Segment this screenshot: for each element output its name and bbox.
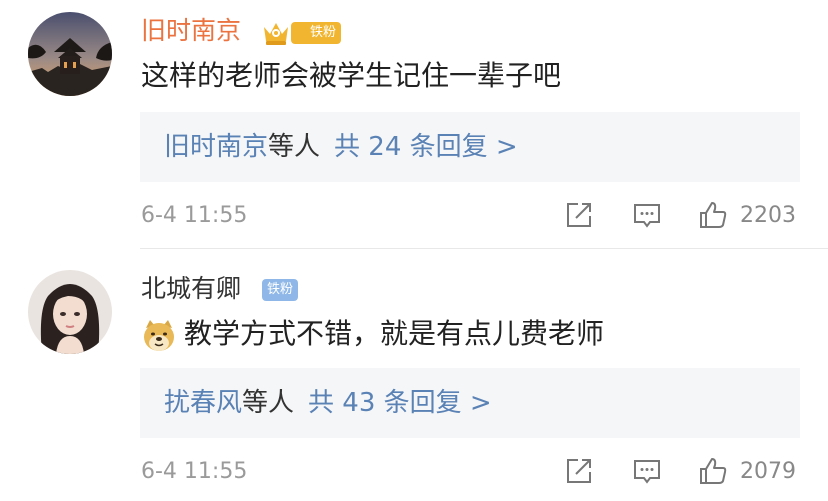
- divider: [140, 248, 828, 249]
- reply-summary[interactable]: 扰春风等人共 43 条回复 >: [140, 368, 800, 438]
- fan-badge[interactable]: 铁粉: [291, 22, 341, 44]
- reply-etc: 等人: [242, 388, 295, 418]
- like-icon[interactable]: [698, 456, 728, 486]
- like-count: 2079: [740, 459, 796, 484]
- comment-time: 6-4 11:55: [141, 203, 248, 228]
- reply-etc: 等人: [268, 132, 321, 162]
- share-icon[interactable]: [564, 200, 594, 230]
- avatar[interactable]: [28, 270, 112, 354]
- reply-names[interactable]: 扰春风: [164, 388, 242, 418]
- comment-time: 6-4 11:55: [141, 459, 248, 484]
- doge-emoji-icon: [144, 320, 174, 351]
- comment-item: 北城有卿 铁粉 教学方式不错，就是有点儿费老师 扰春风等人共 43 条回复 > …: [0, 250, 828, 501]
- comment-text: 教学方式不错，就是有点儿费老师: [184, 317, 605, 350]
- avatar[interactable]: [28, 12, 112, 96]
- crown-icon: [264, 23, 288, 45]
- comment-icon[interactable]: [632, 456, 662, 486]
- like-icon[interactable]: [698, 200, 728, 230]
- reply-names[interactable]: 旧时南京: [164, 132, 268, 162]
- fan-badge[interactable]: 铁粉: [262, 279, 298, 301]
- reply-count-link[interactable]: 共 43 条回复 >: [308, 388, 492, 418]
- like-count: 2203: [740, 203, 796, 228]
- username[interactable]: 北城有卿: [141, 274, 241, 304]
- reply-count-link[interactable]: 共 24 条回复 >: [334, 132, 518, 162]
- username[interactable]: 旧时南京: [141, 16, 241, 46]
- share-icon[interactable]: [564, 456, 594, 486]
- comment-text: 这样的老师会被学生记住一辈子吧: [141, 59, 562, 92]
- comment-item: 旧时南京 铁粉 这样的老师会被学生记住一辈子吧 旧时南京等人共 24 条回复 >…: [0, 0, 828, 248]
- reply-summary[interactable]: 旧时南京等人共 24 条回复 >: [140, 112, 800, 182]
- comment-icon[interactable]: [632, 200, 662, 230]
